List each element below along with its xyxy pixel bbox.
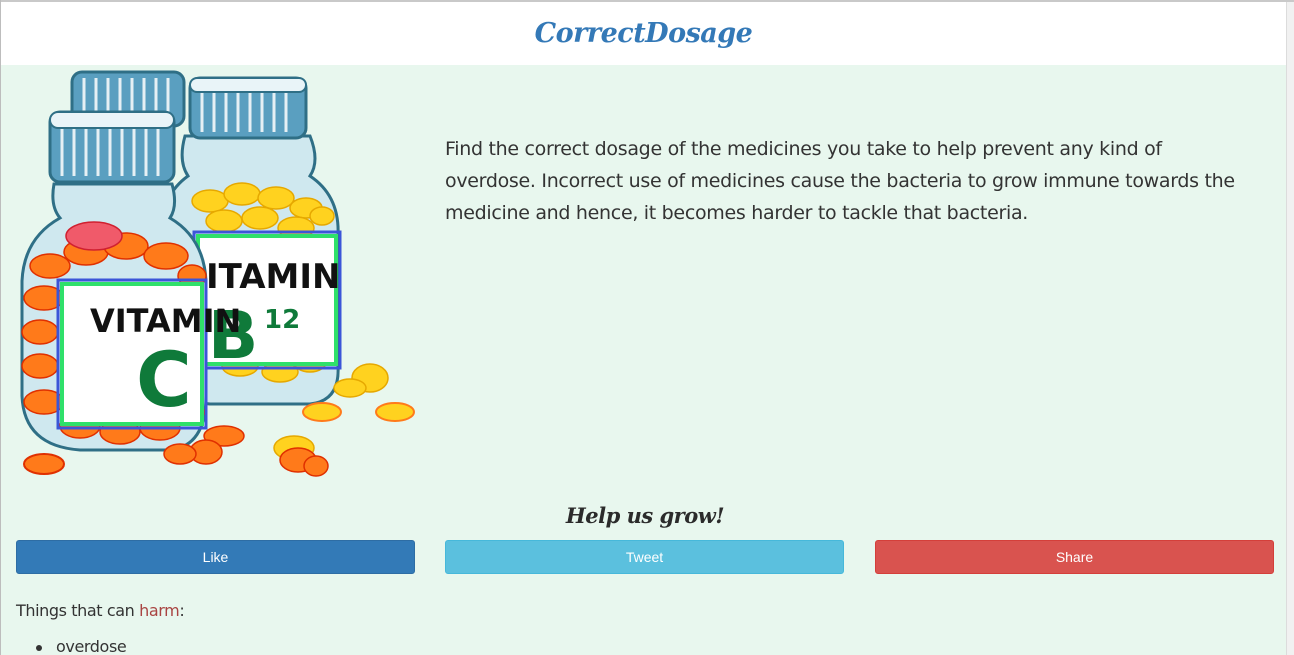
like-button[interactable]: Like [16,540,415,574]
site-header: CorrectDosage [1,2,1286,65]
window-left-border [0,0,1,655]
c-label-letter: C [136,335,192,424]
share-button[interactable]: Share [875,540,1274,574]
brand-logo-link[interactable]: CorrectDosage [535,18,753,49]
harm-highlight: harm [139,601,180,620]
intro-paragraph: Find the correct dosage of the medicines… [445,138,1235,224]
harm-list: overdose [36,637,127,655]
scrollbar[interactable] [1286,2,1294,655]
vitamin-bottles-illustration: ITAMIN B 12 VITAMIN C [10,66,420,486]
list-item: overdose [36,637,127,655]
harm-prefix: Things that can [16,601,140,620]
harm-suffix: : [179,601,185,620]
b12-label-sub: 12 [264,305,300,335]
tweet-button[interactable]: Tweet [445,540,844,574]
harm-intro: Things that can harm: [16,601,185,620]
b12-label-word: ITAMIN [206,257,340,297]
help-us-grow-heading: Help us grow! [565,503,725,528]
